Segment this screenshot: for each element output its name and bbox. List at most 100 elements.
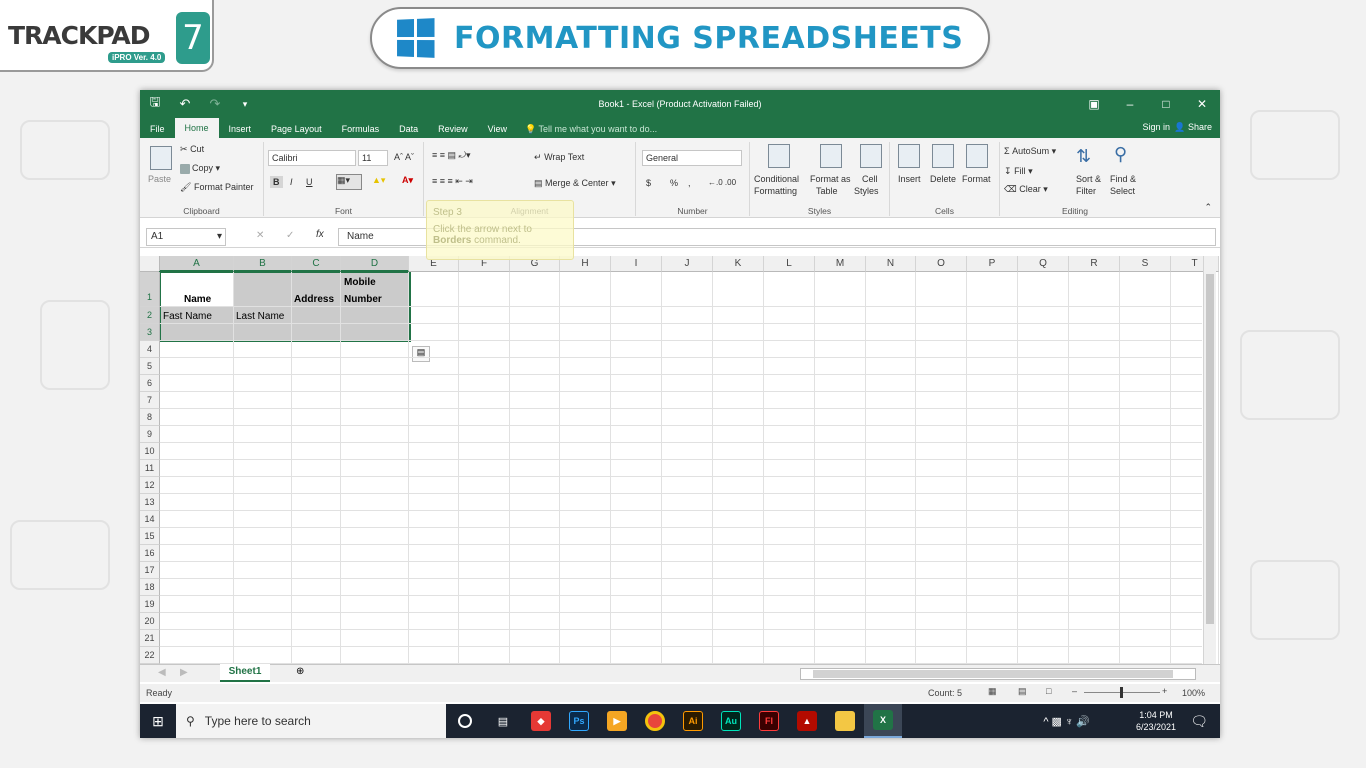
row-header-11[interactable]: 11	[140, 460, 160, 477]
column-header-m[interactable]: M	[815, 256, 866, 272]
column-header-q[interactable]: Q	[1018, 256, 1069, 272]
vertical-scrollbar[interactable]	[1203, 256, 1216, 664]
insert-function-icon[interactable]: fx	[316, 229, 324, 240]
row-header-20[interactable]: 20	[140, 613, 160, 630]
cell-a1[interactable]: Name	[182, 294, 211, 305]
format-cells-button[interactable]: Format	[962, 174, 991, 184]
clock[interactable]: 1:04 PM 6/23/2021	[1136, 709, 1176, 733]
row-header-13[interactable]: 13	[140, 494, 160, 511]
column-header-k[interactable]: K	[713, 256, 764, 272]
cell-d1-line1[interactable]: Mobile	[342, 277, 376, 288]
row-header-9[interactable]: 9	[140, 426, 160, 443]
page-break-view-icon[interactable]: □	[1046, 686, 1051, 696]
collapse-ribbon-icon[interactable]: ⌃	[1204, 202, 1212, 213]
scroll-thumb[interactable]	[1206, 274, 1214, 624]
autosum-button[interactable]: Σ AutoSum ▾	[1004, 146, 1056, 157]
row-header-7[interactable]: 7	[140, 392, 160, 409]
bold-button[interactable]: B	[270, 176, 283, 188]
row-header-19[interactable]: 19	[140, 596, 160, 613]
fill-button[interactable]: ↧ Fill ▾	[1004, 166, 1033, 177]
paste-icon[interactable]	[150, 146, 172, 170]
sheet-prev-icon[interactable]: ◀	[158, 667, 166, 678]
row-header-18[interactable]: 18	[140, 579, 160, 596]
tell-me-box[interactable]: 💡 Tell me what you want to do...	[525, 120, 657, 138]
sheet-tab-sheet1[interactable]: Sheet1	[220, 664, 270, 682]
column-header-b[interactable]: B	[234, 256, 292, 272]
audition-icon[interactable]: Au	[712, 704, 750, 738]
column-header-l[interactable]: L	[764, 256, 815, 272]
currency-button[interactable]: $	[646, 178, 651, 188]
row-header-4[interactable]: 4	[140, 341, 160, 358]
paste-button[interactable]: Paste	[148, 174, 171, 184]
font-grow-icon[interactable]: Aˆ Aˇ	[394, 152, 414, 162]
cortana-icon[interactable]	[446, 704, 484, 738]
clear-button[interactable]: ⌫ Clear ▾	[1004, 184, 1048, 195]
tab-home[interactable]: Home	[174, 118, 219, 138]
share-button[interactable]: 👤 Share	[1174, 122, 1212, 133]
sign-in-link[interactable]: Sign in	[1142, 122, 1170, 132]
tab-view[interactable]: View	[478, 120, 517, 138]
acrobat-icon[interactable]: ▲	[788, 704, 826, 738]
media-player-icon[interactable]: ▶	[598, 704, 636, 738]
tab-insert[interactable]: Insert	[219, 120, 262, 138]
column-header-n[interactable]: N	[866, 256, 916, 272]
column-header-p[interactable]: P	[967, 256, 1018, 272]
row-header-12[interactable]: 12	[140, 477, 160, 494]
ribbon-display-icon[interactable]: ▣	[1076, 90, 1112, 118]
page-layout-view-icon[interactable]: ▤	[1018, 686, 1027, 697]
tab-page-layout[interactable]: Page Layout	[261, 120, 332, 138]
normal-view-icon[interactable]: ▦	[988, 686, 997, 697]
illustrator-icon[interactable]: Ai	[674, 704, 712, 738]
close-button[interactable]: ✕	[1184, 90, 1220, 118]
notification-icon[interactable]: 🗨	[1190, 713, 1208, 730]
percent-button[interactable]: %	[670, 178, 678, 188]
underline-button[interactable]: U	[306, 177, 313, 187]
zoom-slider-thumb[interactable]	[1120, 687, 1123, 698]
cell-b2[interactable]: Last Name	[234, 311, 284, 322]
row-header-5[interactable]: 5	[140, 358, 160, 375]
column-header-s[interactable]: S	[1120, 256, 1171, 272]
format-as-table-button[interactable]: Format as	[810, 174, 851, 184]
column-header-j[interactable]: J	[662, 256, 713, 272]
italic-button[interactable]: I	[290, 177, 293, 187]
align-horizontal-icons[interactable]: ≡ ≡ ≡ ⇤ ⇥	[432, 176, 473, 187]
font-size-select[interactable]: 11	[358, 150, 388, 166]
borders-button[interactable]: ▦▾	[336, 174, 362, 190]
cut-button[interactable]: ✂ Cut	[180, 144, 204, 155]
start-button[interactable]: ⊞	[140, 713, 176, 730]
anydesk-icon[interactable]: ◆	[522, 704, 560, 738]
flash-icon[interactable]: Fl	[750, 704, 788, 738]
system-tray-icons[interactable]: ^ ▩ ♆ 🔊	[1043, 715, 1090, 728]
task-view-icon[interactable]: ▤	[484, 704, 522, 738]
excel-taskbar-icon[interactable]: X	[864, 704, 902, 738]
row-header-6[interactable]: 6	[140, 375, 160, 392]
select-all-corner[interactable]	[140, 256, 160, 272]
column-header-r[interactable]: R	[1069, 256, 1120, 272]
font-color-icon[interactable]: A▾	[402, 175, 413, 186]
cell-a2[interactable]: Fast Name	[161, 311, 212, 322]
row-header-17[interactable]: 17	[140, 562, 160, 579]
tab-review[interactable]: Review	[428, 120, 478, 138]
row-header-1[interactable]: 1	[140, 272, 160, 307]
zoom-level[interactable]: 100%	[1182, 688, 1205, 698]
delete-cells-button[interactable]: Delete	[930, 174, 956, 184]
minimize-button[interactable]: –	[1112, 90, 1148, 118]
zoom-slider[interactable]	[1084, 687, 1160, 698]
column-header-a[interactable]: A	[160, 256, 234, 272]
worksheet-grid[interactable]: Name Address Mobile Number Fast Name Las…	[140, 256, 1219, 664]
sort-filter-button[interactable]: Sort &	[1076, 174, 1101, 184]
row-header-15[interactable]: 15	[140, 528, 160, 545]
row-header-22[interactable]: 22	[140, 647, 160, 664]
wrap-text-button[interactable]: ↵ Wrap Text	[534, 152, 584, 163]
new-sheet-button[interactable]: ⊕	[296, 666, 304, 677]
format-painter-button[interactable]: 🖌 Format Painter	[180, 182, 253, 193]
column-header-d[interactable]: D	[341, 256, 409, 272]
tab-formulas[interactable]: Formulas	[332, 120, 390, 138]
zoom-out-button[interactable]: –	[1072, 686, 1077, 696]
name-box[interactable]: A1 ▾	[146, 228, 226, 246]
row-header-8[interactable]: 8	[140, 409, 160, 426]
row-header-14[interactable]: 14	[140, 511, 160, 528]
sheet-next-icon[interactable]: ▶	[180, 667, 188, 678]
font-name-select[interactable]: Calibri	[268, 150, 356, 166]
photoshop-icon[interactable]: Ps	[560, 704, 598, 738]
